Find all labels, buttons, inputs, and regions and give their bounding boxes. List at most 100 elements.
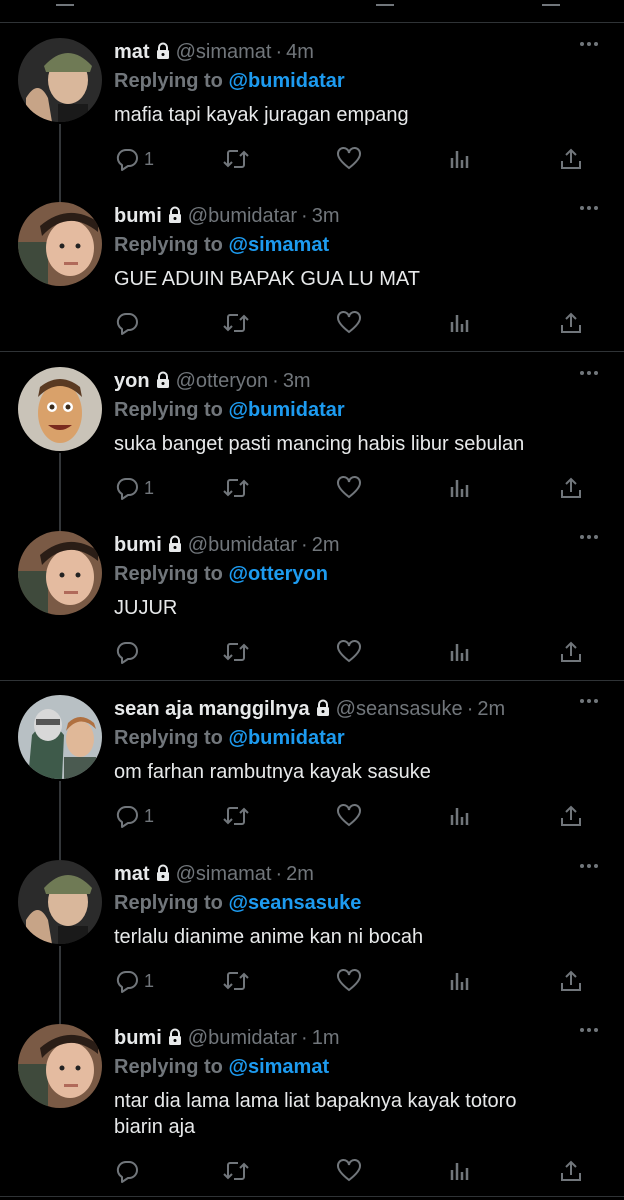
retweet-button[interactable] — [222, 473, 250, 503]
retweet-button[interactable] — [222, 308, 250, 338]
handle[interactable]: @simamat — [176, 863, 272, 885]
handle[interactable]: @seansasuke — [336, 698, 463, 720]
display-name[interactable]: yon — [114, 370, 150, 392]
timestamp[interactable]: 2m — [286, 863, 314, 885]
lock-icon — [166, 1028, 184, 1052]
more-icon[interactable] — [578, 858, 600, 874]
avatar[interactable] — [18, 367, 102, 451]
views-button[interactable] — [448, 1156, 472, 1186]
timestamp[interactable]: 3m — [283, 370, 311, 392]
dot-separator: · — [275, 863, 283, 885]
handle[interactable]: @otteryon — [176, 370, 269, 392]
like-button[interactable] — [336, 637, 362, 667]
display-name[interactable]: bumi — [114, 534, 162, 556]
timestamp[interactable]: 2m — [477, 698, 505, 720]
tweet-header: bumi @bumidatar · 1m — [114, 1026, 340, 1052]
toolbar-icon-fragment — [56, 0, 74, 6]
like-button[interactable] — [336, 1156, 362, 1186]
reply-mention[interactable]: @seansasuke — [228, 892, 361, 914]
views-icon — [448, 1158, 472, 1184]
reply-button[interactable]: 1 — [114, 144, 154, 174]
replying-to: Replying to @simamat — [114, 232, 329, 258]
views-button[interactable] — [448, 801, 472, 831]
replying-to: Replying to @bumidatar — [114, 397, 345, 423]
reply-mention[interactable]: @bumidatar — [228, 727, 344, 749]
share-button[interactable] — [558, 473, 584, 503]
reply-button[interactable]: 1 — [114, 966, 154, 996]
dot-separator: · — [301, 1027, 308, 1049]
reply-mention[interactable]: @bumidatar — [228, 70, 344, 92]
display-name[interactable]: mat — [114, 41, 150, 63]
like-icon — [336, 475, 362, 501]
views-icon — [448, 803, 472, 829]
display-name[interactable]: mat — [114, 863, 150, 885]
more-icon[interactable] — [578, 36, 600, 52]
views-button[interactable] — [448, 473, 472, 503]
reply-button[interactable]: 1 — [114, 801, 154, 831]
timestamp[interactable]: 4m — [286, 41, 314, 63]
share-button[interactable] — [558, 308, 584, 338]
views-button[interactable] — [448, 966, 472, 996]
avatar[interactable] — [18, 202, 102, 286]
timestamp[interactable]: 2m — [312, 534, 340, 556]
avatar[interactable] — [18, 860, 102, 944]
handle[interactable]: @bumidatar — [188, 1027, 297, 1049]
more-icon[interactable] — [578, 529, 600, 545]
handle[interactable]: @bumidatar — [188, 534, 297, 556]
like-button[interactable] — [336, 308, 362, 338]
share-button[interactable] — [558, 801, 584, 831]
views-button[interactable] — [448, 637, 472, 667]
like-button[interactable] — [336, 473, 362, 503]
avatar[interactable] — [18, 1024, 102, 1108]
reply-button[interactable]: 1 — [114, 473, 154, 503]
reply-mention[interactable]: @simamat — [228, 234, 329, 256]
more-icon[interactable] — [578, 365, 600, 381]
more-icon[interactable] — [578, 693, 600, 709]
avatar[interactable] — [18, 38, 102, 122]
replying-to-label: Replying to — [114, 892, 223, 914]
reply-button[interactable] — [114, 1156, 144, 1186]
more-icon[interactable] — [578, 200, 600, 216]
reply-mention[interactable]: @bumidatar — [228, 399, 344, 421]
thread-line — [59, 453, 61, 533]
retweet-button[interactable] — [222, 801, 250, 831]
more-icon[interactable] — [578, 1022, 600, 1038]
like-button[interactable] — [336, 801, 362, 831]
display-name[interactable]: sean aja manggilnya — [114, 698, 310, 720]
replying-to-label: Replying to — [114, 563, 223, 585]
like-icon — [336, 803, 362, 829]
like-button[interactable] — [336, 966, 362, 996]
like-button[interactable] — [336, 144, 362, 174]
handle[interactable]: @bumidatar — [188, 205, 297, 227]
retweet-button[interactable] — [222, 144, 250, 174]
display-name[interactable]: bumi — [114, 205, 162, 227]
avatar[interactable] — [18, 695, 102, 779]
reply-mention[interactable]: @simamat — [228, 1056, 329, 1078]
share-button[interactable] — [558, 1156, 584, 1186]
timestamp[interactable]: 3m — [312, 205, 340, 227]
like-icon — [336, 968, 362, 994]
timestamp[interactable]: 1m — [312, 1027, 340, 1049]
thread-line — [59, 124, 61, 204]
reply-button[interactable] — [114, 308, 144, 338]
replying-to-label: Replying to — [114, 399, 223, 421]
dot-separator: · — [466, 698, 474, 720]
share-button[interactable] — [558, 144, 584, 174]
tweet-text: JUJUR — [114, 597, 178, 619]
share-button[interactable] — [558, 966, 584, 996]
retweet-button[interactable] — [222, 1156, 250, 1186]
views-icon — [448, 968, 472, 994]
action-bar — [114, 308, 594, 338]
share-button[interactable] — [558, 637, 584, 667]
display-name[interactable]: bumi — [114, 1027, 162, 1049]
conversation-divider — [0, 351, 624, 352]
reply-mention[interactable]: @otteryon — [228, 563, 328, 585]
views-button[interactable] — [448, 308, 472, 338]
views-button[interactable] — [448, 144, 472, 174]
handle[interactable]: @simamat — [176, 41, 272, 63]
reply-button[interactable] — [114, 637, 144, 667]
avatar[interactable] — [18, 531, 102, 615]
retweet-button[interactable] — [222, 966, 250, 996]
replying-to: Replying to @otteryon — [114, 561, 328, 587]
retweet-button[interactable] — [222, 637, 250, 667]
